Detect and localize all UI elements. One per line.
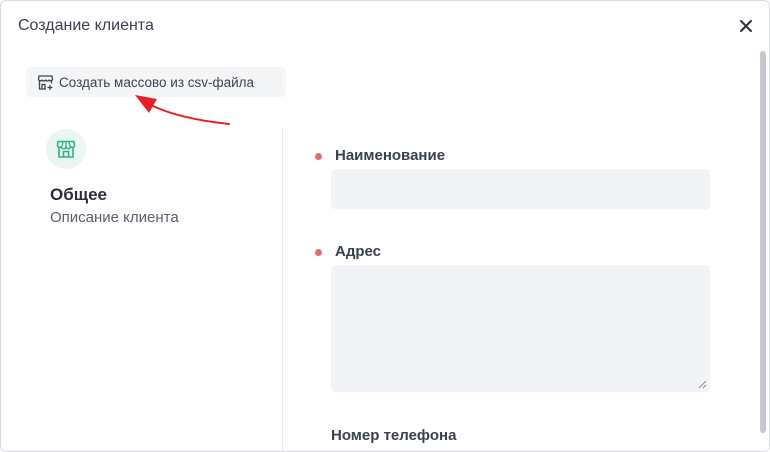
- name-field-label: Наименование: [335, 147, 446, 164]
- store-icon: [56, 140, 76, 158]
- address-field-label: Адрес: [335, 243, 382, 260]
- close-icon: [740, 20, 752, 32]
- required-indicator: [315, 249, 322, 256]
- annotation-arrow: [135, 95, 230, 125]
- resize-handle-icon[interactable]: [698, 380, 707, 389]
- phone-field-label: Номер телефона: [331, 427, 457, 444]
- name-field[interactable]: [331, 169, 710, 209]
- scrollbar-thumb[interactable]: [760, 51, 766, 433]
- create-client-modal: Создание клиента Создать массово из csv-…: [0, 0, 770, 452]
- section-title: Общее: [50, 185, 107, 204]
- section-description: Описание клиента: [50, 209, 179, 226]
- column-divider: [282, 129, 283, 451]
- modal-header: Создание клиента: [1, 1, 769, 51]
- close-button[interactable]: [735, 15, 757, 37]
- modal-title: Создание клиента: [18, 17, 154, 34]
- store-add-icon: [36, 73, 54, 91]
- address-textarea[interactable]: [331, 265, 710, 392]
- required-indicator: [315, 153, 322, 160]
- section-icon: [46, 129, 86, 169]
